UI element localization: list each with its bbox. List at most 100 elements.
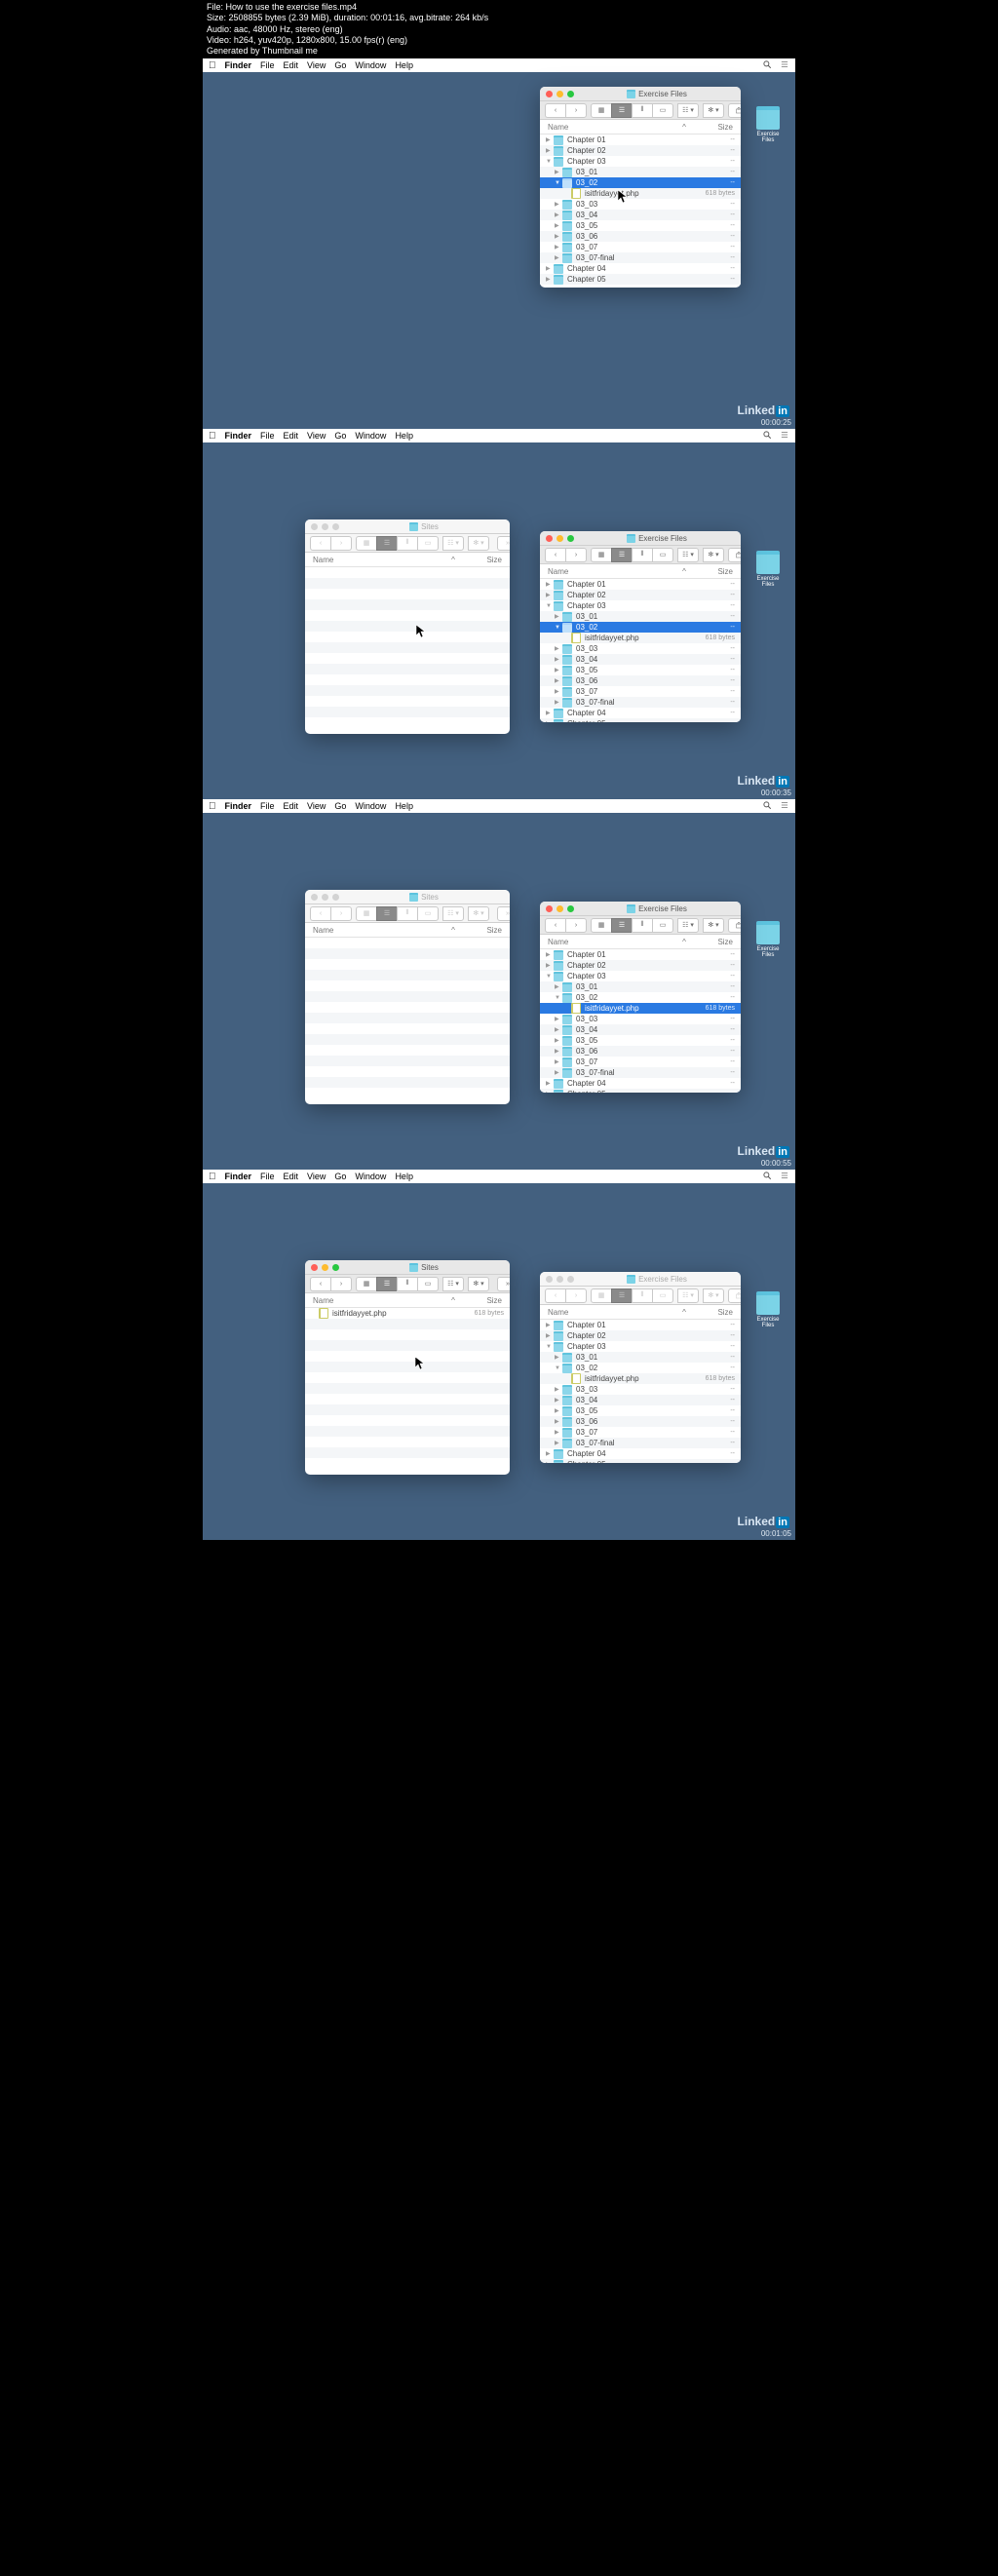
menu-view[interactable]: View [307,801,326,811]
view-gallery-button[interactable]: ▭ [652,103,673,118]
forward-button[interactable]: › [330,1277,352,1291]
folder-row[interactable]: ▶03_06-- [540,1046,741,1057]
disclosure-closed-icon[interactable]: ▶ [555,677,562,684]
folder-row[interactable]: ▶03_04-- [540,1395,741,1405]
col-size[interactable]: Size [690,123,733,132]
minimize-icon[interactable] [557,91,563,97]
expand-button[interactable]: » [497,906,510,921]
folder-row[interactable]: ▶Chapter 04-- [540,708,741,718]
menu-go[interactable]: Go [334,1172,346,1181]
menu-edit[interactable]: Edit [284,431,299,441]
view-gallery-button[interactable]: ▭ [417,906,439,921]
folder-row[interactable]: ▶03_07-- [540,686,741,697]
view-list-button[interactable]: ☰ [611,918,632,933]
disclosure-closed-icon[interactable]: ▶ [555,1440,562,1446]
folder-row[interactable]: ▶03_07-final-- [540,1067,741,1078]
disclosure-closed-icon[interactable]: ▶ [555,233,562,240]
spotlight-icon[interactable] [762,59,772,71]
folder-row[interactable]: ▶03_07-final-- [540,1438,741,1448]
titlebar[interactable]: Exercise Files [540,902,741,916]
back-button[interactable]: ‹ [545,1288,565,1303]
finder-window-exercise-files[interactable]: Exercise Files‹›▦☰⫴▭☷ ▾✻ ▾◯»Name^Size▶Ch… [540,87,741,288]
view-column-button[interactable]: ⫴ [397,906,417,921]
sort-indicator-icon[interactable]: ^ [678,1308,690,1317]
titlebar[interactable]: Sites [305,1260,510,1275]
col-size[interactable]: Size [459,1296,502,1305]
view-gallery-button[interactable]: ▭ [417,1277,439,1291]
disclosure-open-icon[interactable]: ▼ [546,159,554,165]
share-button[interactable] [728,1288,741,1303]
menu-file[interactable]: File [260,60,275,70]
view-gallery-button[interactable]: ▭ [417,536,439,551]
col-name[interactable]: Name [548,938,678,946]
view-icon-button[interactable]: ▦ [356,1277,376,1291]
folder-row[interactable]: ▶03_03-- [540,199,741,210]
finder-window-exercise-files[interactable]: Exercise Files‹›▦☰⫴▭☷ ▾✻ ▾◯»Name^Size▶Ch… [540,902,741,1093]
view-column-button[interactable]: ⫴ [397,536,417,551]
menu-window[interactable]: Window [355,1172,386,1181]
disclosure-open-icon[interactable]: ▼ [555,995,562,1001]
disclosure-open-icon[interactable]: ▼ [555,180,562,186]
titlebar[interactable]: Sites [305,519,510,534]
arrange-button[interactable]: ☷ ▾ [442,1277,464,1291]
folder-row[interactable]: ▶Chapter 05-- [540,274,741,285]
disclosure-closed-icon[interactable]: ▶ [555,254,562,261]
minimize-icon[interactable] [557,1276,563,1283]
menu-edit[interactable]: Edit [284,801,299,811]
folder-row[interactable]: ▶03_01-- [540,167,741,177]
expand-button[interactable]: » [497,536,510,551]
close-icon[interactable] [311,894,318,901]
apple-menu-icon[interactable]:  [209,431,216,442]
view-icon-button[interactable]: ▦ [356,906,376,921]
apple-menu-icon[interactable]:  [209,801,216,812]
disclosure-closed-icon[interactable]: ▶ [555,1069,562,1076]
share-button[interactable] [728,548,741,562]
desktop-folder[interactable]: Exercise Files [754,1291,782,1328]
disclosure-closed-icon[interactable]: ▶ [555,1407,562,1414]
disclosure-closed-icon[interactable]: ▶ [555,1429,562,1436]
disclosure-closed-icon[interactable]: ▶ [546,951,554,958]
col-size[interactable]: Size [459,556,502,564]
forward-button[interactable]: › [565,548,587,562]
app-name[interactable]: Finder [225,801,252,811]
view-column-button[interactable]: ⫴ [632,1288,652,1303]
view-gallery-button[interactable]: ▭ [652,918,673,933]
folder-row[interactable]: ▶03_07-final-- [540,252,741,263]
back-button[interactable]: ‹ [545,103,565,118]
file-row[interactable]: isitfridayyet.php618 bytes [540,188,741,199]
col-name[interactable]: Name [313,1296,447,1305]
finder-window-sites[interactable]: Sites‹›▦☰⫴▭☷ ▾✻ ▾»Name^Size [305,519,510,734]
back-button[interactable]: ‹ [545,548,565,562]
col-name[interactable]: Name [548,123,678,132]
disclosure-closed-icon[interactable]: ▶ [555,1016,562,1022]
view-column-button[interactable]: ⫴ [632,548,652,562]
desktop-folder[interactable]: Exercise Files [754,551,782,588]
minimize-icon[interactable] [322,1264,328,1271]
folder-row[interactable]: ▶Chapter 04-- [540,1078,741,1089]
menu-view[interactable]: View [307,60,326,70]
folder-row[interactable]: ▼Chapter 03-- [540,1341,741,1352]
folder-row[interactable]: ▶03_04-- [540,654,741,665]
close-icon[interactable] [311,523,318,530]
view-icon-button[interactable]: ▦ [591,1288,611,1303]
disclosure-closed-icon[interactable]: ▶ [546,720,554,722]
share-button[interactable] [728,918,741,933]
finder-window-exercise-files[interactable]: Exercise Files‹›▦☰⫴▭☷ ▾✻ ▾◯»Name^Size▶Ch… [540,1272,741,1463]
folder-row[interactable]: ▶Chapter 01-- [540,135,741,145]
sort-indicator-icon[interactable]: ^ [678,123,690,132]
folder-row[interactable]: ▼03_02-- [540,622,741,633]
folder-row[interactable]: ▶03_07-final-- [540,697,741,708]
folder-row[interactable]: ▶03_07-- [540,1427,741,1438]
arrange-button[interactable]: ☷ ▾ [442,536,464,551]
disclosure-closed-icon[interactable]: ▶ [546,1450,554,1457]
disclosure-closed-icon[interactable]: ▶ [555,1386,562,1393]
folder-row[interactable]: ▶Chapter 02-- [540,145,741,156]
titlebar[interactable]: Exercise Files [540,531,741,546]
menu-window[interactable]: Window [355,801,386,811]
col-size[interactable]: Size [690,567,733,576]
folder-row[interactable]: ▶Chapter 05-- [540,718,741,722]
menu-edit[interactable]: Edit [284,1172,299,1181]
view-gallery-button[interactable]: ▭ [652,548,673,562]
disclosure-closed-icon[interactable]: ▶ [555,169,562,175]
disclosure-closed-icon[interactable]: ▶ [555,1048,562,1055]
